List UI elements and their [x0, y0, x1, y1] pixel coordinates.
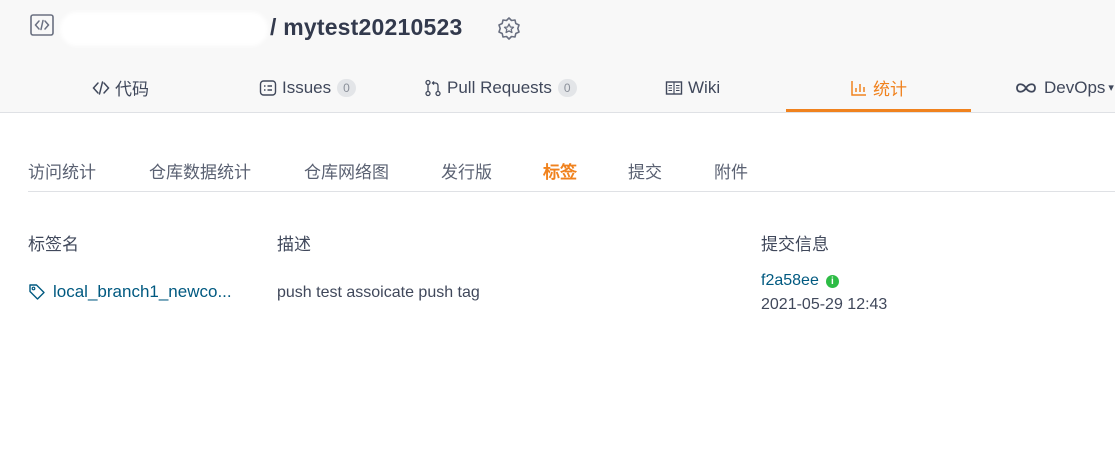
commit-sha: f2a58ee [761, 272, 819, 289]
tab-devops[interactable]: DevOps ▾ [1013, 62, 1114, 113]
subnav-releases[interactable]: 发行版 [441, 158, 492, 183]
column-header-description: 描述 [277, 235, 311, 254]
pull-requests-count-badge: 0 [557, 78, 577, 97]
tab-code[interactable]: 代码 [92, 62, 149, 113]
active-tab-underline [786, 109, 971, 112]
tag-icon [29, 284, 45, 300]
repo-header: / mytest20210523 代码 Issues 0 Pull Reques… [0, 0, 1115, 113]
subnav-tags[interactable]: 标签 [543, 158, 577, 183]
tag-name: local_branch1_newco... [53, 282, 232, 301]
tab-issues[interactable]: Issues 0 [259, 62, 356, 113]
issues-count-badge: 0 [337, 78, 356, 97]
tab-issues-label: Issues [282, 77, 332, 97]
tag-description: push test assoicate push tag [277, 284, 480, 301]
tab-pull-requests-label: Pull Requests [447, 77, 552, 97]
repo-name[interactable]: mytest20210523 [283, 14, 462, 40]
commit-info-icon[interactable]: i [825, 274, 839, 288]
repo-separator: / [270, 14, 277, 40]
tab-wiki[interactable]: Wiki [665, 62, 720, 113]
owner-name-redacted[interactable] [60, 12, 268, 46]
commit-time: 2021-05-29 12:43 [761, 296, 888, 313]
subnav-attachments[interactable]: 附件 [714, 158, 748, 183]
pull-request-icon [424, 79, 442, 97]
subnav-repo-data-stats[interactable]: 仓库数据统计 [149, 158, 251, 183]
tag-link[interactable]: local_branch1_newco... [28, 282, 232, 302]
tab-stats-label: 统计 [873, 80, 907, 99]
chevron-down-icon: ▾ [1108, 82, 1114, 94]
stats-icon [850, 79, 868, 97]
commit-link[interactable]: f2a58ee i [761, 272, 839, 290]
code-icon [92, 79, 110, 97]
repo-title: / mytest20210523 [270, 14, 462, 41]
wiki-icon [665, 79, 683, 97]
tab-pull-requests[interactable]: Pull Requests 0 [424, 62, 577, 113]
subnav-commits[interactable]: 提交 [628, 158, 662, 183]
repo-tabs: 代码 Issues 0 Pull Requests 0 Wiki 统计 DevO… [0, 62, 1115, 113]
issues-icon [259, 79, 277, 97]
tab-code-label: 代码 [115, 80, 149, 99]
stats-subnav: 访问统计 仓库数据统计 仓库网络图 发行版 标签 提交 附件 [28, 144, 1115, 192]
infinity-icon [1013, 79, 1039, 97]
subnav-access-stats[interactable]: 访问统计 [28, 158, 96, 183]
tab-devops-label: DevOps [1044, 77, 1106, 97]
subnav-repo-network[interactable]: 仓库网络图 [304, 158, 389, 183]
repo-code-icon [30, 14, 54, 36]
tab-wiki-label: Wiki [688, 77, 721, 97]
column-header-commit-info: 提交信息 [761, 235, 829, 254]
recommended-badge-icon [498, 17, 520, 40]
column-header-tag-name: 标签名 [28, 235, 79, 254]
tab-stats[interactable]: 统计 [850, 62, 907, 113]
